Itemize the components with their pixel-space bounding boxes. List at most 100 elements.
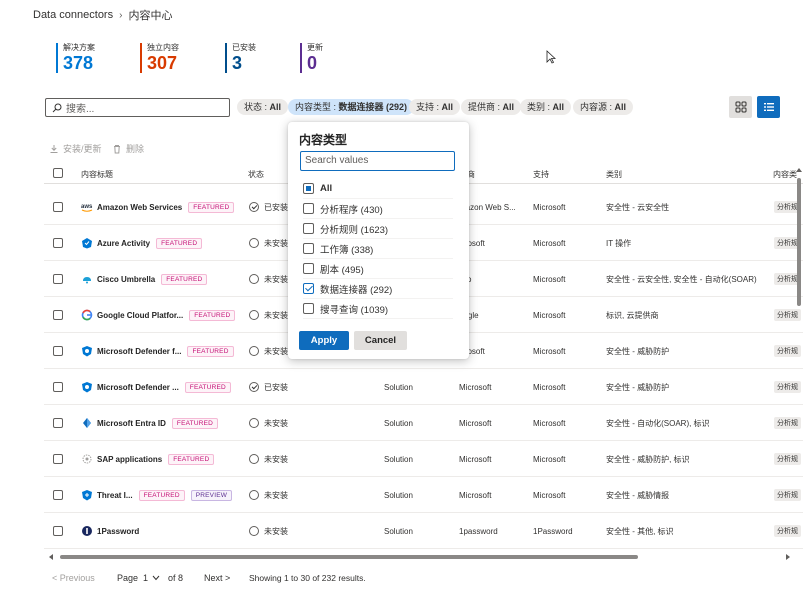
option-checkbox[interactable] — [303, 203, 314, 214]
row-support: Microsoft — [533, 202, 566, 212]
select-all-checkbox[interactable] — [53, 168, 63, 178]
column-header-title[interactable]: 内容标题 — [81, 169, 113, 180]
vertical-scrollbar-thumb[interactable] — [797, 178, 801, 306]
filter-name: 状态 — [244, 102, 263, 112]
row-title[interactable]: 1Password — [97, 527, 139, 536]
next-page-button[interactable]: Next > — [204, 573, 230, 583]
preview-badge: PREVIEW — [190, 489, 233, 501]
filter-name: 提供商 — [468, 102, 496, 112]
row-title[interactable]: SAP applications — [97, 455, 162, 464]
row-title[interactable]: Threat I... — [97, 491, 133, 500]
table-row[interactable]: Microsoft Entra ID FEATURED 未安装 Solution… — [44, 405, 803, 441]
dropdown-option[interactable]: 数据连接器 (292) — [303, 279, 453, 299]
row-support: Microsoft — [533, 346, 566, 356]
filter-category[interactable]: 类别 : All — [520, 99, 572, 115]
previous-page-button[interactable]: < Previous — [52, 573, 95, 583]
row-content-type: Solution — [384, 382, 413, 392]
page-select[interactable]: 1 — [143, 573, 160, 583]
table-row[interactable]: Microsoft Defender ... FEATURED 已安装 Solu… — [44, 369, 803, 405]
metric-solutions: 解决方案 378 — [56, 43, 95, 73]
filter-content-type[interactable]: 内容类型 : 数据连接器 (292) — [288, 99, 415, 115]
row-title[interactable]: Microsoft Defender ... — [97, 383, 179, 392]
table-row[interactable]: SAP applications FEATURED 未安装 Solution M… — [44, 441, 803, 477]
row-support: Microsoft — [533, 490, 566, 500]
install-update-button[interactable]: 安装/更新 — [49, 142, 102, 155]
search-input[interactable]: 搜索... — [45, 98, 230, 117]
row-checkbox[interactable] — [53, 274, 63, 284]
apply-button[interactable]: Apply — [299, 331, 349, 350]
row-category: 安全性 - 威胁防护, 标识 — [606, 454, 690, 464]
table-row[interactable]: Threat I... FEATURED PREVIEW 未安装 Solutio… — [44, 477, 803, 513]
filter-value: All — [502, 102, 515, 112]
not-installed-status-icon — [249, 418, 259, 428]
row-title[interactable]: Google Cloud Platfor... — [97, 311, 183, 320]
row-checkbox[interactable] — [53, 382, 63, 392]
dropdown-option[interactable]: 剧本 (495) — [303, 259, 453, 279]
option-checkbox[interactable] — [303, 303, 314, 314]
column-header-support[interactable]: 支持 — [533, 169, 549, 180]
row-title[interactable]: Microsoft Defender f... — [97, 347, 181, 356]
filter-support[interactable]: 支持 : All — [409, 99, 461, 115]
row-title[interactable]: Microsoft Entra ID — [97, 419, 166, 428]
row-content-type: Solution — [384, 418, 413, 428]
delete-button[interactable]: 删除 — [112, 142, 144, 155]
row-checkbox[interactable] — [53, 490, 63, 500]
row-checkbox[interactable] — [53, 526, 63, 536]
row-category: 安全性 - 云安全性 — [606, 202, 670, 212]
grid-view-button[interactable] — [729, 96, 752, 118]
row-checkbox[interactable] — [53, 202, 63, 212]
row-content-tag: 分析规 — [774, 453, 801, 465]
dropdown-option[interactable]: 分析规则 (1623) — [303, 219, 453, 239]
column-header-status[interactable]: 状态 — [248, 169, 264, 180]
metric-value: 378 — [63, 53, 94, 73]
option-checkbox[interactable] — [303, 223, 314, 234]
scroll-left-icon[interactable] — [48, 553, 56, 561]
cancel-button[interactable]: Cancel — [354, 331, 407, 350]
filter-value: All — [269, 102, 282, 112]
row-category: 标识, 云提供商 — [606, 310, 659, 320]
row-checkbox[interactable] — [53, 418, 63, 428]
trash-icon — [114, 144, 120, 153]
1password-icon — [81, 525, 93, 537]
option-label: 分析程序 (430) — [320, 204, 383, 216]
dropdown-option[interactable]: 分析程序 (430) — [303, 199, 453, 219]
sap-icon — [81, 453, 93, 465]
row-category: 安全性 - 威胁防护 — [606, 382, 670, 392]
dropdown-option[interactable]: 工作簿 (338) — [303, 239, 453, 259]
breadcrumb-root-link[interactable]: Data connectors — [33, 9, 113, 21]
option-checkbox[interactable] — [303, 263, 314, 274]
scroll-right-icon[interactable] — [784, 553, 792, 561]
list-view-button[interactable] — [757, 96, 780, 118]
row-title[interactable]: Azure Activity — [97, 239, 150, 248]
option-checkbox[interactable] — [303, 183, 314, 194]
column-header-content-source[interactable]: 内容类 — [773, 169, 797, 180]
option-checkbox[interactable] — [303, 243, 314, 254]
dropdown-search-input[interactable]: Search values — [300, 151, 455, 171]
scroll-up-icon[interactable] — [795, 166, 803, 174]
installed-status-icon — [249, 202, 259, 212]
row-title[interactable]: Cisco Umbrella — [97, 275, 155, 284]
filter-content-source[interactable]: 内容源 : All — [573, 99, 634, 115]
dropdown-option[interactable]: All — [303, 179, 453, 199]
filter-status[interactable]: 状态 : All — [237, 99, 289, 115]
row-checkbox[interactable] — [53, 454, 63, 464]
row-checkbox[interactable] — [53, 238, 63, 248]
table-row[interactable]: 1Password 未安装 Solution 1password 1Passwo… — [44, 513, 803, 549]
column-header-category[interactable]: 类别 — [606, 169, 622, 180]
defender-shield-icon — [81, 381, 93, 393]
mouse-cursor-icon — [546, 50, 556, 64]
page-count: of 8 — [168, 573, 184, 583]
row-category: IT 操作 — [606, 238, 632, 248]
results-summary: Showing 1 to 30 of 232 results. — [249, 573, 366, 583]
option-checkbox[interactable] — [303, 283, 314, 294]
dropdown-option[interactable]: 搜寻查询 (1039) — [303, 299, 453, 319]
row-title[interactable]: Amazon Web Services — [97, 203, 182, 212]
filter-provider[interactable]: 提供商 : All — [461, 99, 522, 115]
row-category: 安全性 - 其他, 标识 — [606, 526, 674, 536]
horizontal-scrollbar-thumb[interactable] — [60, 555, 638, 559]
row-status: 未安装 — [264, 310, 288, 320]
entra-id-icon — [81, 417, 93, 429]
row-checkbox[interactable] — [53, 346, 63, 356]
row-checkbox[interactable] — [53, 310, 63, 320]
defender-shield-icon — [81, 345, 93, 357]
